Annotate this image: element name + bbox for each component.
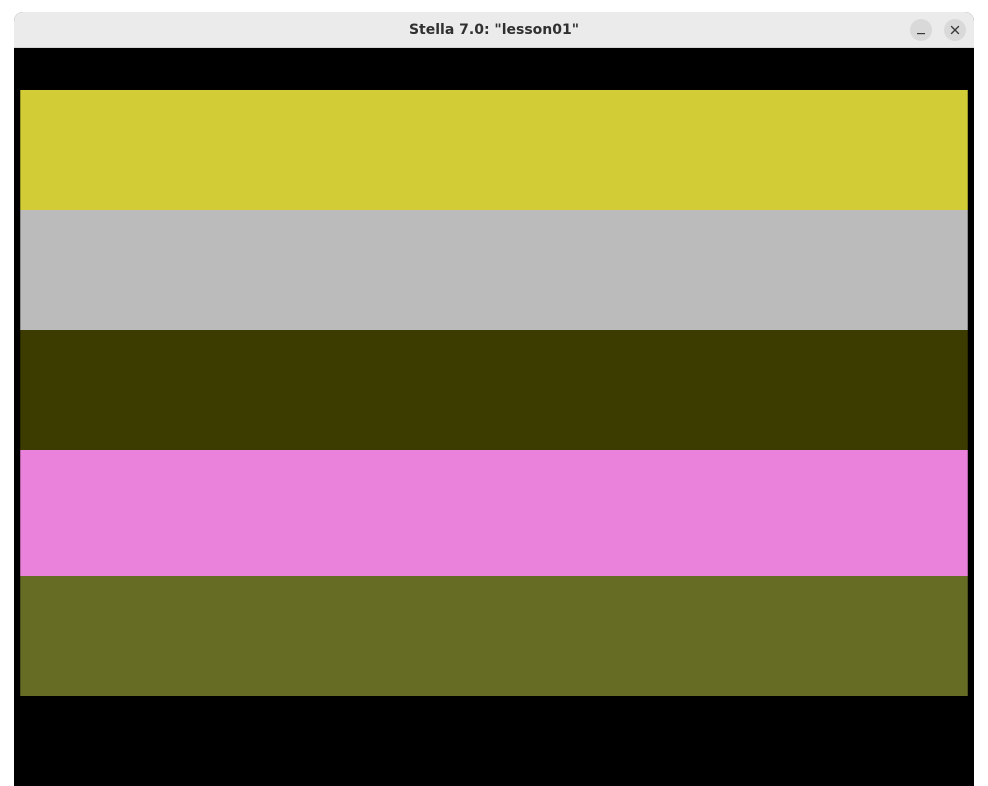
window-title: Stella 7.0: "lesson01" bbox=[408, 22, 580, 38]
color-band-5 bbox=[20, 576, 968, 696]
close-button[interactable] bbox=[944, 19, 966, 41]
close-icon bbox=[950, 25, 960, 35]
minimize-button[interactable] bbox=[910, 19, 932, 41]
title-bar[interactable]: Stella 7.0: "lesson01" bbox=[14, 12, 974, 48]
color-band-1 bbox=[20, 90, 968, 210]
minimize-icon bbox=[916, 25, 926, 35]
screen-right-edge bbox=[967, 90, 968, 696]
app-window: Stella 7.0: "lesson01" bbox=[14, 12, 974, 786]
color-band-2 bbox=[20, 210, 968, 330]
screen-left-edge bbox=[20, 90, 21, 696]
emulator-screen[interactable] bbox=[20, 90, 968, 696]
color-band-3 bbox=[20, 330, 968, 450]
color-band-4 bbox=[20, 450, 968, 576]
